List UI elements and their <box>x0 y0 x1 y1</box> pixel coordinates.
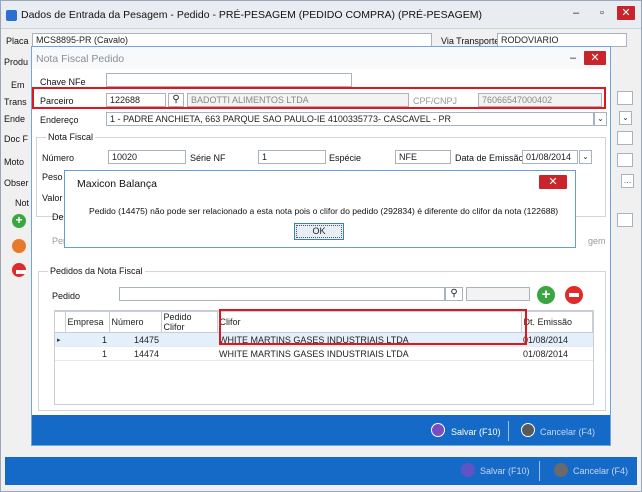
chave-nfe-input[interactable] <box>106 73 352 87</box>
empresa-label: Em <box>11 80 25 90</box>
main-right-field-3[interactable] <box>617 153 633 167</box>
numero-label: Número <box>42 153 75 163</box>
close-icon[interactable]: ✕ <box>617 6 635 20</box>
grid-cell-clifor: WHITE MARTINS GASES INDUSTRIAIS LTDA <box>217 346 521 361</box>
grid-header-dt-emissao[interactable]: Dt. Emissão <box>520 311 593 333</box>
grid-cell-empresa: 1 <box>65 332 109 347</box>
main-add-icon[interactable]: + <box>12 214 26 228</box>
parceiro-name-field: BADOTTI ALIMENTOS LTDA <box>187 93 409 107</box>
clifor-highlight <box>219 309 527 345</box>
numero-input[interactable]: 10020 <box>108 150 186 164</box>
pedido-label: Pedido <box>52 291 81 301</box>
doc-fiscal-label: Doc F <box>4 134 29 144</box>
pedido-extra-field <box>466 287 530 301</box>
maximize-icon[interactable]: ▫ <box>593 6 611 20</box>
notas-label: Not <box>15 198 30 208</box>
data-emissao-chevron-down-icon[interactable]: ⌄ <box>579 150 592 164</box>
nota-fiscal-group-title: Nota Fiscal <box>46 132 96 142</box>
grid-cell-pedido-clifor <box>161 346 217 361</box>
message-box-title: Maxicon Balança <box>77 178 157 190</box>
nf-save-icon <box>431 423 445 437</box>
main-cancel-icon <box>554 463 568 477</box>
nf-dialog-title: Nota Fiscal Pedido <box>36 53 125 65</box>
data-emissao-label: Data de Emissão <box>455 153 524 163</box>
nf-title-bar: Nota Fiscal Pedido – ▫ ✕ <box>32 47 610 69</box>
main-right-field-1[interactable] <box>617 91 633 105</box>
grid-header-numero[interactable]: Número <box>108 311 162 333</box>
motorista-label: Moto <box>4 157 25 167</box>
parceiro-label: Parceiro <box>40 96 74 106</box>
remove-pedido-icon[interactable] <box>565 286 583 304</box>
nf-footer-divider <box>508 421 509 441</box>
chave-nfe-label: Chave NFe <box>40 77 86 87</box>
parceiro-search-icon[interactable]: ⚲ <box>168 93 184 107</box>
grid-cell-numero: 14475 <box>109 332 161 347</box>
main-right-ellipsis-icon[interactable]: … <box>621 174 634 188</box>
main-title-bar: Dados de Entrada da Pesagem - Pedido - P… <box>1 1 641 29</box>
data-emissao-input[interactable]: 01/08/2014 <box>522 150 578 164</box>
especie-label: Espécie <box>329 153 362 163</box>
table-row[interactable]: 1 14474 WHITE MARTINS GASES INDUSTRIAIS … <box>55 346 593 361</box>
endereco-label: Endereço <box>40 115 79 125</box>
serie-nf-label: Série NF <box>190 153 226 163</box>
grid-header-empresa[interactable]: Empresa <box>64 311 110 333</box>
nf-cancel-icon <box>521 423 535 437</box>
main-right-field-4[interactable] <box>617 213 633 227</box>
nf-minimize-icon[interactable]: – <box>564 51 582 65</box>
grid-cell-numero: 14474 <box>109 346 161 361</box>
pesagem-label: gem <box>588 236 606 246</box>
main-right-field-2[interactable] <box>617 131 633 145</box>
endereco-main-label: Ende <box>4 114 26 124</box>
main-footer-divider <box>539 461 540 481</box>
cpf-cnpj-label: CPF/CNPJ <box>413 96 458 106</box>
add-pedido-icon[interactable]: + <box>537 286 555 304</box>
main-footer-bar <box>5 457 637 485</box>
row-indicator <box>55 346 65 361</box>
observacao-label: Obser <box>4 178 29 188</box>
message-box: Maxicon Balança ✕ Pedido (14475) não pod… <box>64 170 576 248</box>
endereco-chevron-down-icon[interactable]: ⌄ <box>594 112 607 126</box>
main-save-button[interactable]: Salvar (F10) <box>480 466 530 476</box>
pedido-input[interactable] <box>119 287 445 301</box>
grid-cell-pedido-clifor <box>161 332 217 347</box>
main-window-title: Dados de Entrada da Pesagem - Pedido - P… <box>21 9 482 21</box>
serie-nf-input[interactable]: 1 <box>258 150 326 164</box>
app-icon <box>6 10 17 21</box>
via-transporte-field[interactable]: RODOVIARIO <box>497 33 627 47</box>
pedido-search-icon[interactable]: ⚲ <box>445 287 463 301</box>
especie-input[interactable]: NFE <box>395 150 451 164</box>
nf-close-icon[interactable]: ✕ <box>584 51 606 65</box>
grid-header-pedido-clifor[interactable]: Pedido Clifor <box>160 311 218 333</box>
grid-cell-empresa: 1 <box>65 346 109 361</box>
placa-label: Placa <box>6 36 29 46</box>
nf-cancel-button[interactable]: Cancelar (F4) <box>540 427 595 437</box>
via-transporte-label: Via Transporte <box>441 36 500 46</box>
main-edit-icon[interactable] <box>12 239 26 253</box>
minimize-icon[interactable]: – <box>567 6 585 20</box>
produto-label: Produ <box>4 57 29 67</box>
pedidos-group-title: Pedidos da Nota Fiscal <box>48 266 145 276</box>
message-box-close-icon[interactable]: ✕ <box>539 175 567 189</box>
grid-cell-dt-emissao: 01/08/2014 <box>521 346 593 361</box>
grid-cell-dt-emissao: 01/08/2014 <box>521 332 593 347</box>
parceiro-code-input[interactable]: 122688 <box>106 93 166 107</box>
nf-save-button[interactable]: Salvar (F10) <box>451 427 501 437</box>
transportadora-label: Trans <box>4 97 27 107</box>
endereco-select[interactable]: 1 - PADRE ANCHIETA, 663 PARQUE SAO PAULO… <box>106 112 594 126</box>
main-cancel-button[interactable]: Cancelar (F4) <box>573 466 628 476</box>
grid-indicator-header <box>55 311 66 333</box>
placa-field[interactable]: MCS8895-PR (Cavalo) <box>32 33 432 47</box>
cpf-cnpj-field: 76066547000402 <box>478 93 602 107</box>
row-pointer-icon: ▸ <box>55 332 65 347</box>
message-box-text: Pedido (14475) não pode ser relacionado … <box>89 206 559 216</box>
message-box-title-bar: Maxicon Balança ✕ <box>65 171 575 193</box>
ok-button[interactable]: OK <box>294 223 344 240</box>
main-save-icon <box>461 463 475 477</box>
main-remove-icon[interactable] <box>12 263 26 277</box>
main-right-dropdown-icon[interactable]: ⌄ <box>619 111 632 125</box>
